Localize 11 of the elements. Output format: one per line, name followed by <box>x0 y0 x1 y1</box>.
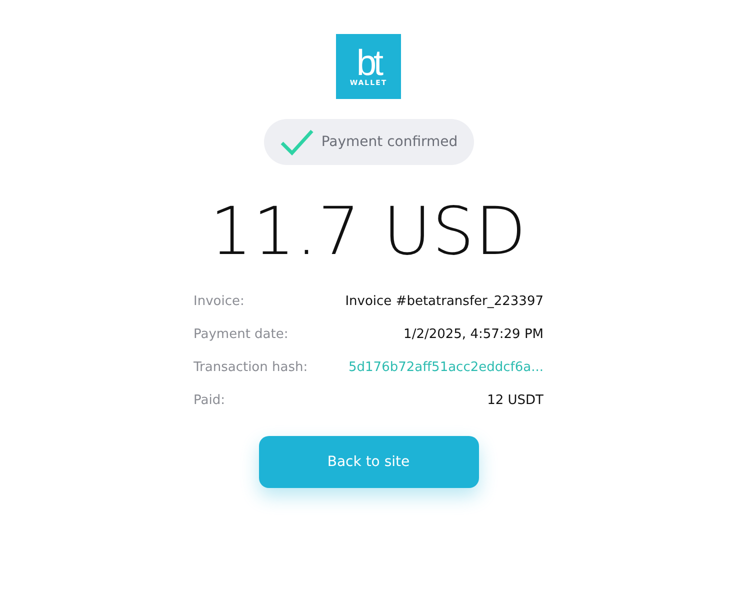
status-badge: Payment confirmed <box>264 119 474 165</box>
detail-label: Paid: <box>194 393 225 408</box>
back-button[interactable]: Back to site <box>258 436 478 488</box>
detail-value: 12 USDT <box>487 393 544 408</box>
detail-label: Transaction hash: <box>194 360 308 375</box>
detail-value: 1/2/2025, 4:57:29 PM <box>404 327 544 342</box>
detail-label: Payment date: <box>194 327 288 342</box>
hash-link[interactable]: 5d176b72aff51acc2eddcf6a... <box>348 360 544 375</box>
detail-value: Invoice #betatransfer_223397 <box>345 294 544 309</box>
detail-label: Invoice: <box>194 294 244 309</box>
amount: 11.7 USD <box>210 193 527 270</box>
